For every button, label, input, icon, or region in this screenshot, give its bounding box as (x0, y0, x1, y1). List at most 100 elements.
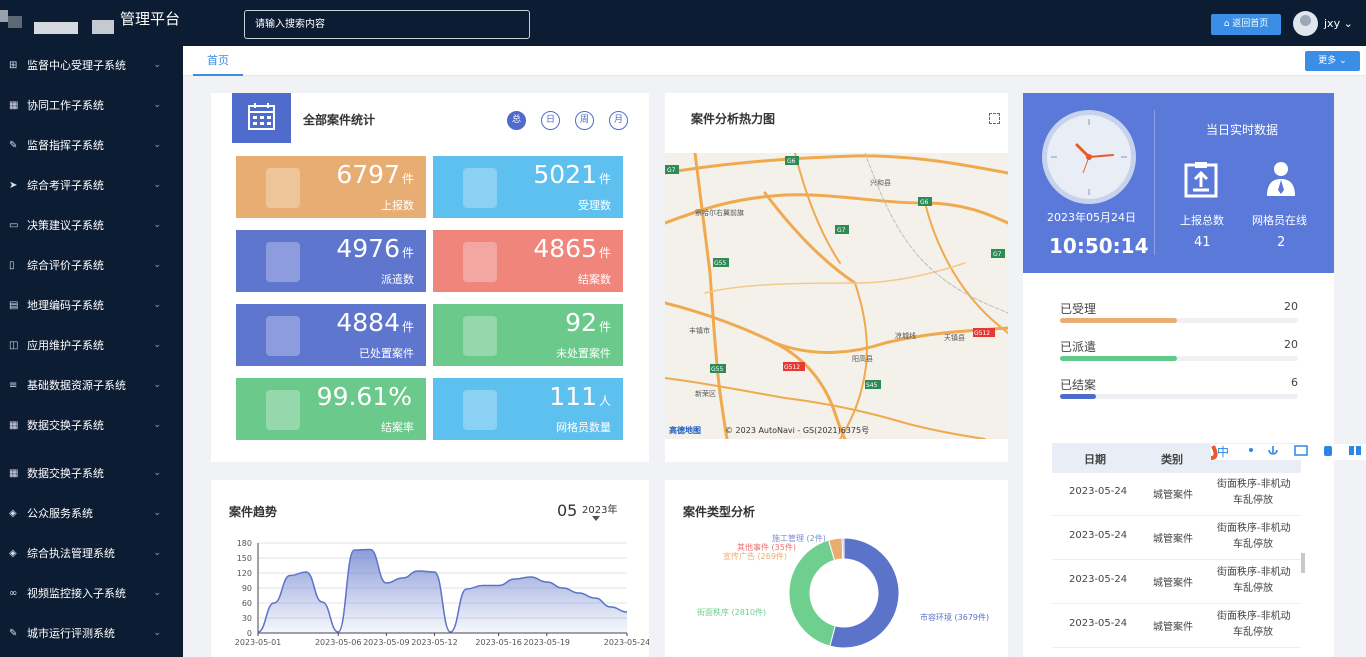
realtime-date: 2023年05月24日 (1047, 211, 1136, 224)
edit-icon: ✎ (9, 627, 18, 639)
filter-pill[interactable]: 周 (575, 111, 594, 130)
floating-toolbar[interactable]: 中 (1210, 444, 1366, 460)
sidebar-item[interactable]: ▦ 数据交换子系统 ⌄ (0, 407, 183, 443)
stat-value: 111 人 (549, 382, 611, 411)
map[interactable]: 兴和县 察哈尔右翼前旗 丰镇市 凉城线 天镇县 阳高县 新荣区 G6 G7 G6… (665, 153, 1008, 439)
x-tick-label: 2023-05-24 (604, 638, 649, 647)
y-tick-label: 30 (242, 614, 252, 623)
stat-tile[interactable]: 92 件未处置案件 (433, 304, 623, 366)
progress-label: 已受理 (1060, 302, 1097, 316)
progress-row: 已结案 6 (1060, 376, 1298, 399)
row-desc-line1: 街面秩序-非机动 (1217, 567, 1291, 578)
sidebar-item[interactable]: ✎ 城市运行评测系统 ⌄ (0, 615, 183, 651)
caret-down-icon (592, 516, 600, 521)
progress-row: 已派遣 20 (1060, 338, 1298, 361)
table-row[interactable]: 2023-05-24 城管案件 街面秩序-非机动 车乱停放 (1052, 605, 1301, 648)
stat-tile[interactable]: 5021 件受理数 (433, 156, 623, 218)
case-type-chart: 市容环境 (3679件) 街面秩序 (2810件) 宣传广告 (269件)其他事件 … (697, 533, 989, 649)
x-tick-label: 2023-05-09 (363, 638, 410, 647)
sidebar-item[interactable]: ≡ 基础数据资源子系统 ⌄ (0, 367, 183, 403)
stat-tile[interactable]: 99.61% 结案率 (236, 378, 426, 440)
sidebar-item[interactable]: ✎ 监督指挥子系统 ⌄ (0, 127, 183, 163)
sidebar-item[interactable]: ▤ 地理编码子系统 ⌄ (0, 287, 183, 323)
sidebar-item[interactable]: ◫ 应用维护子系统 ⌄ (0, 327, 183, 363)
row-date: 2023-05-24 (1069, 618, 1128, 629)
more-button[interactable]: 更多 ⌄ (1305, 51, 1360, 71)
tile-watermark-icon (457, 164, 503, 210)
sidebar-item[interactable]: ⊞ 监督中心受理子系统 ⌄ (0, 47, 183, 83)
fullscreen-icon[interactable] (989, 113, 1000, 124)
filter-pill[interactable]: 日 (541, 111, 560, 130)
table-header-type: 类别 (1161, 453, 1183, 466)
chevron-down-icon: ⌄ (153, 260, 161, 270)
row-date: 2023-05-24 (1069, 530, 1128, 541)
realtime-title: 当日实时数据 (1206, 123, 1279, 137)
search-input[interactable]: 请输入搜索内容 (244, 10, 530, 39)
stat-tile[interactable]: 4884 件已处置案件 (236, 304, 426, 366)
clipboard-upload-icon (1183, 160, 1221, 198)
map-attribution: © 2023 AutoNavi - GS(2021)6375号 (725, 426, 869, 435)
report-total-label: 上报总数 (1180, 214, 1224, 227)
send-icon: ➤ (9, 179, 18, 191)
tab-home[interactable]: 首页 (193, 46, 243, 76)
file-icon: ▯ (9, 259, 15, 271)
donut-label: 街面秩序 (2810件) (697, 607, 766, 617)
sidebar-item-label: 协同工作子系统 (27, 99, 104, 112)
chevron-down-icon: ⌄ (153, 60, 161, 70)
app-title: 管理平台 (120, 10, 181, 28)
chevron-down-icon: ⌄ (153, 588, 161, 598)
stat-tile[interactable]: 6797 件上报数 (236, 156, 426, 218)
avatar[interactable] (1293, 11, 1318, 36)
sidebar-item[interactable]: ▭ 决策建议子系统 ⌄ (0, 207, 183, 243)
donut-label: 宣传广告 (269件) (723, 551, 787, 561)
username: jxy (1324, 17, 1341, 30)
more-label: 更多 (1318, 56, 1337, 66)
sidebar-item[interactable]: ◈ 公众服务系统 ⌄ (0, 495, 183, 531)
row-desc-line1: 街面秩序-非机动 (1217, 523, 1291, 534)
edit-icon: ✎ (9, 139, 18, 151)
filter-pill[interactable]: 月 (609, 111, 628, 130)
stat-label: 网格员数量 (556, 421, 611, 434)
svg-text:G6: G6 (920, 199, 929, 206)
svg-text:凉城线: 凉城线 (895, 331, 916, 340)
stat-tile[interactable]: 4865 件结案数 (433, 230, 623, 292)
sidebar-item-label: 城市运行评测系统 (27, 627, 115, 640)
row-desc-line2: 车乱停放 (1233, 539, 1273, 550)
window-icon: ◫ (9, 339, 19, 351)
svg-text:阳高县: 阳高县 (852, 354, 873, 363)
sidebar-item-label: 数据交换子系统 (27, 419, 104, 432)
sidebar-item[interactable]: ▯ 综合评价子系统 ⌄ (0, 247, 183, 283)
stat-tile[interactable]: 4976 件派遣数 (236, 230, 426, 292)
sidebar-item[interactable]: ∞ 视频监控接入子系统 ⌄ (0, 575, 183, 611)
progress-fill (1060, 318, 1177, 323)
row-type: 城管案件 (1153, 622, 1193, 633)
svg-text:丰镇市: 丰镇市 (689, 326, 710, 335)
progress-row: 已受理 20 (1060, 300, 1298, 323)
svg-text:天镇县: 天镇县 (944, 333, 965, 342)
report-total-value: 41 (1194, 235, 1211, 250)
sidebar-item[interactable]: ▦ 协同工作子系统 ⌄ (0, 87, 183, 123)
filter-pill[interactable]: 总 (507, 111, 526, 130)
table-row[interactable]: 2023-05-24 城管案件 街面秩序-非机动 车乱停放 (1052, 517, 1301, 560)
stat-value: 4976 件 (336, 234, 414, 263)
x-tick-label: 2023-05-19 (524, 638, 571, 647)
grid-online-label: 网格员在线 (1252, 214, 1307, 227)
return-home-button[interactable]: ⌂ 返回首页 (1211, 14, 1281, 35)
sidebar-item[interactable]: ➤ 综合考评子系统 ⌄ (0, 167, 183, 203)
scrollbar[interactable] (1301, 553, 1305, 573)
tag-icon: ◈ (9, 507, 17, 519)
sidebar-item-label: 监督指挥子系统 (27, 139, 104, 152)
user-menu[interactable]: jxy ⌄ (1324, 17, 1353, 30)
year-selector[interactable]: 2023年 (582, 501, 617, 521)
x-tick-label: 2023-05-06 (315, 638, 362, 647)
svg-text:G7: G7 (667, 167, 676, 174)
sidebar-item[interactable]: ◈ 综合执法管理系统 ⌄ (0, 535, 183, 571)
table-row[interactable]: 2023-05-24 城管案件 街面秩序-非机动 车乱停放 (1052, 561, 1301, 604)
apps-icon: ▦ (9, 467, 19, 479)
month-selector[interactable]: 05 (557, 501, 577, 520)
stat-tile[interactable]: 111 人网格员数量 (433, 378, 623, 440)
stat-label: 结案数 (578, 273, 611, 286)
svg-text:新荣区: 新荣区 (695, 389, 716, 398)
sidebar-item[interactable]: ▦ 数据交换子系统 ⌄ (0, 455, 183, 491)
table-row[interactable]: 2023-05-24 城管案件 街面秩序-非机动 车乱停放 (1052, 473, 1301, 516)
